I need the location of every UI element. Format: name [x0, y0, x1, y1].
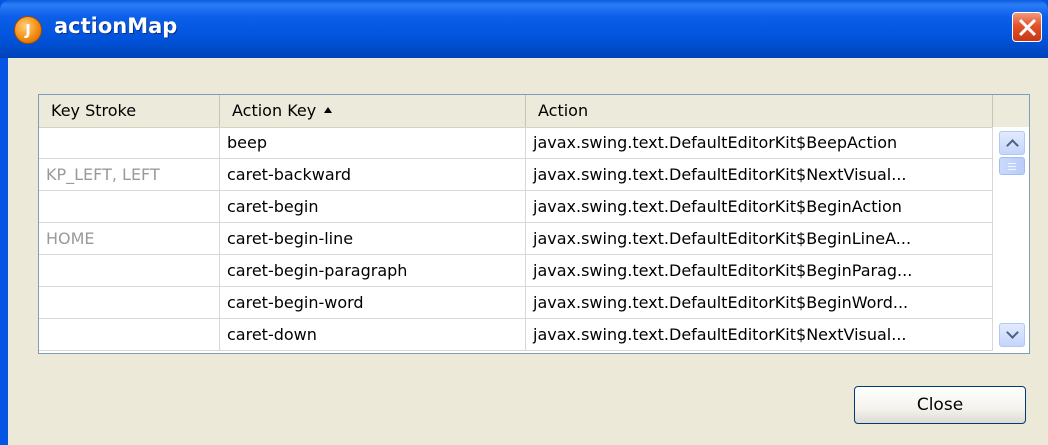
- action-cell: javax.swing.text.DefaultEditorKit$NextVi…: [526, 159, 993, 191]
- sort-ascending-icon: [324, 107, 333, 113]
- action-key-cell: caret-down: [220, 319, 526, 351]
- key-stroke-cell: [39, 191, 220, 223]
- action-key-cell: caret-begin-paragraph: [220, 255, 526, 287]
- action-map-window: J actionMap Key Stroke Action Key Action…: [0, 0, 1048, 445]
- table-row[interactable]: KP_LEFT, LEFT caret-backward javax.swing…: [39, 159, 993, 191]
- dialog-content: Key Stroke Action Key Action beep javax.…: [8, 58, 1048, 445]
- title-bar[interactable]: J actionMap: [0, 0, 1048, 58]
- scrollbar-corner: [993, 95, 1029, 127]
- column-header-action-key[interactable]: Action Key: [220, 95, 526, 127]
- table-header: Key Stroke Action Key Action: [39, 95, 1029, 128]
- key-stroke-cell: KP_LEFT, LEFT: [39, 159, 220, 191]
- scroll-down-button[interactable]: [999, 323, 1025, 347]
- scroll-up-button[interactable]: [999, 131, 1025, 155]
- action-cell: javax.swing.text.DefaultEditorKit$BeginP…: [526, 255, 993, 287]
- table-row[interactable]: caret-begin javax.swing.text.DefaultEdit…: [39, 191, 993, 223]
- column-header-label: Key Stroke: [51, 101, 137, 120]
- window-title: actionMap: [54, 14, 178, 38]
- key-stroke-cell: [39, 287, 220, 319]
- window-close-icon[interactable]: [1012, 12, 1042, 42]
- table-row[interactable]: caret-begin-word javax.swing.text.Defaul…: [39, 287, 993, 319]
- chevron-up-icon: [1006, 139, 1019, 152]
- action-cell: javax.swing.text.DefaultEditorKit$BeginL…: [526, 223, 993, 255]
- action-key-cell: caret-begin: [220, 191, 526, 223]
- action-key-cell: caret-begin-word: [220, 287, 526, 319]
- action-key-cell: caret-backward: [220, 159, 526, 191]
- action-cell: javax.swing.text.DefaultEditorKit$BeepAc…: [526, 127, 993, 159]
- action-key-cell: caret-begin-line: [220, 223, 526, 255]
- key-stroke-cell: [39, 255, 220, 287]
- column-header-label: Action Key: [232, 101, 317, 120]
- column-header-key-stroke[interactable]: Key Stroke: [39, 95, 220, 127]
- grip-line: [1008, 163, 1016, 164]
- table-row[interactable]: beep javax.swing.text.DefaultEditorKit$B…: [39, 127, 993, 159]
- column-header-action[interactable]: Action: [526, 95, 993, 127]
- action-cell: javax.swing.text.DefaultEditorKit$NextVi…: [526, 319, 993, 351]
- table-row[interactable]: caret-begin-paragraph javax.swing.text.D…: [39, 255, 993, 287]
- action-key-cell: beep: [220, 127, 526, 159]
- grip-line: [1008, 169, 1016, 170]
- key-stroke-cell: [39, 127, 220, 159]
- column-header-label: Action: [538, 101, 589, 120]
- chevron-down-icon: [1006, 326, 1019, 339]
- action-map-table: Key Stroke Action Key Action beep javax.…: [38, 94, 1030, 354]
- grip-line: [1008, 166, 1016, 167]
- table-row[interactable]: HOME caret-begin-line javax.swing.text.D…: [39, 223, 993, 255]
- table-body: beep javax.swing.text.DefaultEditorKit$B…: [39, 127, 993, 353]
- key-stroke-cell: [39, 319, 220, 351]
- java-app-icon: J: [14, 16, 42, 44]
- action-cell: javax.swing.text.DefaultEditorKit$BeginA…: [526, 191, 993, 223]
- action-cell: javax.swing.text.DefaultEditorKit$BeginW…: [526, 287, 993, 319]
- key-stroke-cell: HOME: [39, 223, 220, 255]
- close-button[interactable]: Close: [854, 386, 1026, 424]
- table-row[interactable]: caret-down javax.swing.text.DefaultEdito…: [39, 319, 993, 351]
- vertical-scrollbar[interactable]: [993, 127, 1029, 353]
- scrollbar-thumb[interactable]: [999, 157, 1025, 175]
